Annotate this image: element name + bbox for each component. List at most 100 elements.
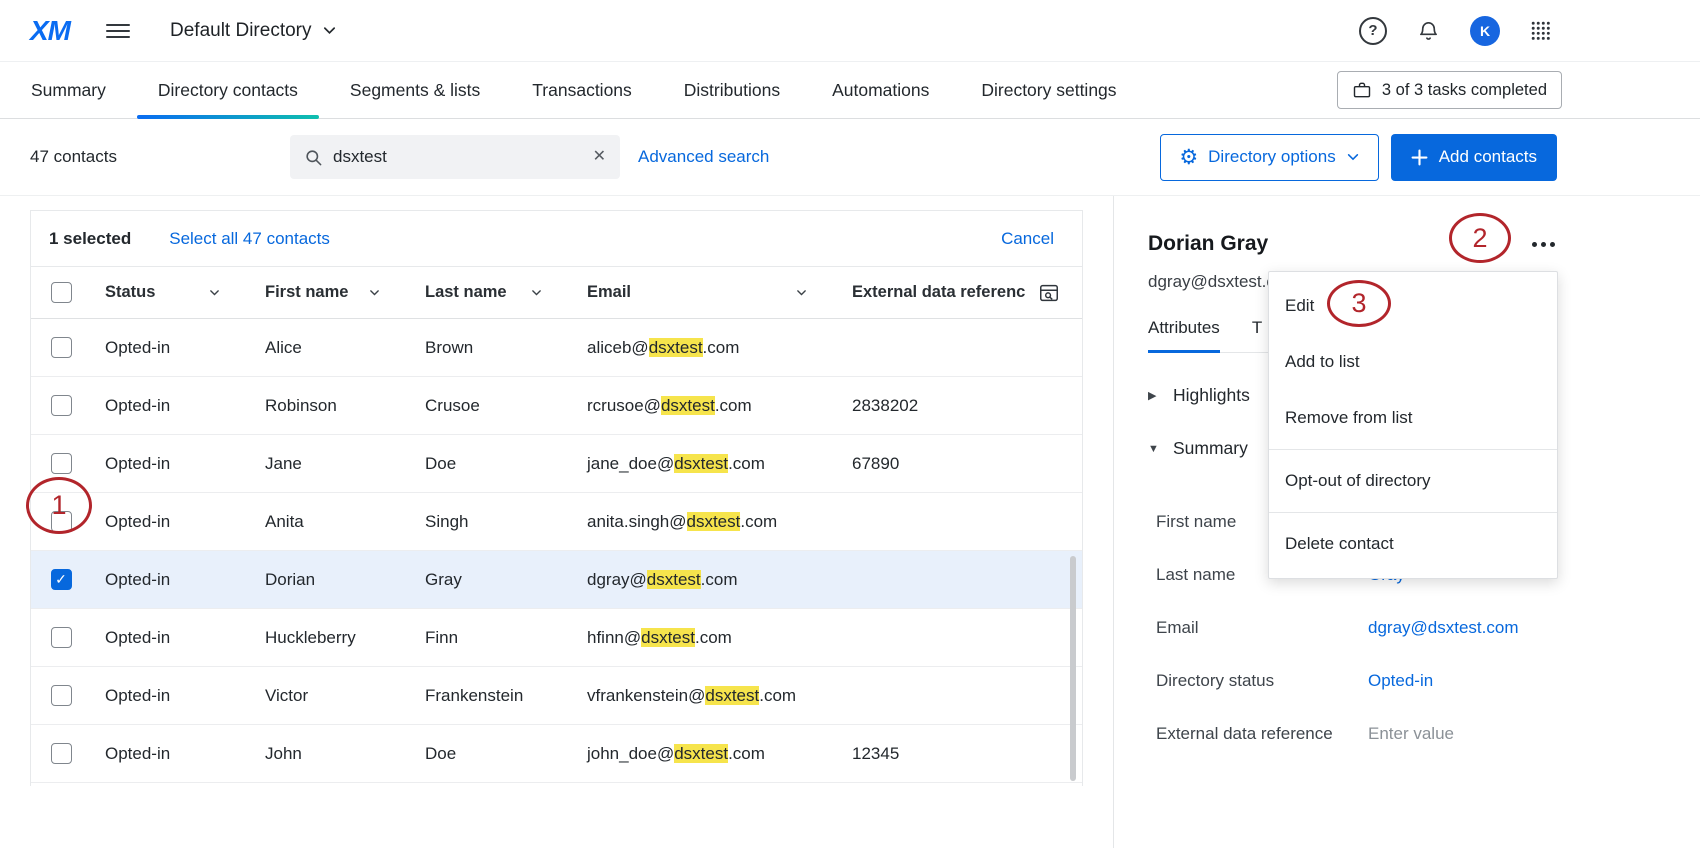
chevron-down-icon [208,286,221,299]
field-label: Directory status [1156,671,1368,691]
tab-directory-settings[interactable]: Directory settings [960,62,1137,118]
advanced-search-link[interactable]: Advanced search [638,147,769,167]
caret-right-icon: ▶ [1148,389,1160,402]
row-checkbox[interactable] [51,627,72,648]
hamburger-menu-icon[interactable] [106,24,130,38]
row-checkbox[interactable] [51,395,72,416]
row-checkbox[interactable] [51,743,72,764]
tab-segments-lists[interactable]: Segments & lists [329,62,501,118]
column-header-status[interactable]: Status [91,283,251,302]
section-label: Highlights [1173,385,1250,406]
row-checkbox-cell [31,685,91,706]
search-highlight: dsxtest [641,628,695,647]
chevron-down-icon [368,286,381,299]
app-grid-icon[interactable] [1530,20,1552,42]
field-external-data-reference: External data referenceEnter value [1156,707,1555,760]
panel-tab-t[interactable]: T [1252,318,1262,352]
field-value[interactable]: dgray@dsxtest.com [1368,618,1518,638]
field-value[interactable]: Opted-in [1368,671,1433,691]
table-row[interactable]: Opted-inAliceBrownaliceb@dsxtest.com [31,319,1082,377]
field-value[interactable]: Enter value [1368,724,1454,744]
cell-email: anita.singh@dsxtest.com [573,512,838,532]
chevron-down-icon [530,286,543,299]
table-row[interactable]: ✓Opted-inDorianGraydgray@dsxtest.com [31,551,1082,609]
search-highlight: dsxtest [674,744,728,763]
column-header-first-name[interactable]: First name [251,283,411,302]
cell-status: Opted-in [91,454,251,474]
preview-columns-icon[interactable] [1038,282,1060,304]
cell-first-name: Victor [251,686,411,706]
row-checkbox-cell [31,395,91,416]
menu-item-add-to-list[interactable]: Add to list [1269,334,1557,390]
cell-first-name: Alice [251,338,411,358]
cell-first-name: Robinson [251,396,411,416]
clear-search-icon[interactable]: ✕ [593,149,606,165]
menu-item-edit[interactable]: Edit [1269,278,1557,334]
panel-tab-attributes[interactable]: Attributes [1148,318,1220,352]
tasks-completed-badge[interactable]: 3 of 3 tasks completed [1337,71,1562,109]
search-input[interactable] [333,147,583,167]
chevron-down-icon [1346,150,1360,164]
cell-status: Opted-in [91,628,251,648]
selection-bar: 1 selected Select all 47 contacts Cancel [31,211,1082,267]
column-header-external-data-referenc[interactable]: External data referenc [838,282,1082,304]
field-label: Email [1156,618,1368,638]
table-scrollbar[interactable] [1070,556,1076,781]
tab-automations[interactable]: Automations [811,62,950,118]
cell-last-name: Gray [411,570,573,590]
directory-options-button[interactable]: ⚙ Directory options [1160,134,1378,181]
select-all-link[interactable]: Select all 47 contacts [169,229,330,249]
menu-item-remove-from-list[interactable]: Remove from list [1269,390,1557,446]
row-checkbox[interactable]: ✓ [51,569,72,590]
tab-summary[interactable]: Summary [10,62,127,118]
row-checkbox[interactable] [51,337,72,358]
annotation-circle-2: 2 [1449,213,1511,263]
gear-icon: ⚙ [1179,147,1198,168]
selected-count: 1 selected [49,229,131,249]
cell-last-name: Crusoe [411,396,573,416]
cell-first-name: John [251,744,411,764]
table-row[interactable]: Opted-inRobinsonCrusoercrusoe@dsxtest.co… [31,377,1082,435]
xm-logo[interactable]: XM [30,15,70,47]
more-options-button[interactable] [1532,236,1555,253]
tab-directory-contacts[interactable]: Directory contacts [137,62,319,118]
notifications-bell-icon[interactable] [1417,19,1440,42]
field-email: Emaildgray@dsxtest.com [1156,601,1555,654]
row-checkbox[interactable] [51,453,72,474]
table-row[interactable]: Opted-inDorothyGaledgale@dsxtest.com [31,783,1082,787]
row-checkbox[interactable] [51,685,72,706]
cell-status: Opted-in [91,338,251,358]
search-highlight: dsxtest [705,686,759,705]
cell-email: aliceb@dsxtest.com [573,338,838,358]
cell-email: rcrusoe@dsxtest.com [573,396,838,416]
cancel-selection-link[interactable]: Cancel [1001,229,1054,249]
tab-transactions[interactable]: Transactions [511,62,653,118]
cell-first-name: Huckleberry [251,628,411,648]
table-row[interactable]: Opted-inHuckleberryFinnhfinn@dsxtest.com [31,609,1082,667]
menu-divider [1269,449,1557,450]
cell-last-name: Doe [411,744,573,764]
search-icon [304,148,323,167]
directory-selector[interactable]: Default Directory [170,20,337,42]
contacts-table-card: 1 selected Select all 47 contacts Cancel… [30,210,1083,786]
table-row[interactable]: Opted-inJaneDoejane_doe@dsxtest.com67890 [31,435,1082,493]
table-row[interactable]: Opted-inJohnDoejohn_doe@dsxtest.com12345 [31,725,1082,783]
help-icon[interactable]: ? [1359,17,1387,45]
cell-email: hfinn@dsxtest.com [573,628,838,648]
table-row[interactable]: Opted-inVictorFrankensteinvfrankenstein@… [31,667,1082,725]
add-contacts-button[interactable]: Add contacts [1391,134,1557,181]
column-label: Status [105,283,155,302]
select-all-checkbox[interactable] [51,282,72,303]
cell-external-data-reference: 2838202 [838,396,1082,416]
menu-item-delete-contact[interactable]: Delete contact [1269,516,1557,572]
menu-item-opt-out-of-directory[interactable]: Opt-out of directory [1269,453,1557,509]
chevron-down-icon [795,286,808,299]
annotation-circle-1: 1 [26,477,92,534]
primary-nav: SummaryDirectory contactsSegments & list… [0,62,1700,119]
column-header-email[interactable]: Email [573,283,838,302]
column-header-last-name[interactable]: Last name [411,283,573,302]
contact-details-panel: Dorian Gray dgray@dsxtest.com Attributes… [1113,196,1700,848]
avatar[interactable]: K [1470,16,1500,46]
tab-distributions[interactable]: Distributions [663,62,801,118]
table-row[interactable]: Opted-inAnitaSinghanita.singh@dsxtest.co… [31,493,1082,551]
